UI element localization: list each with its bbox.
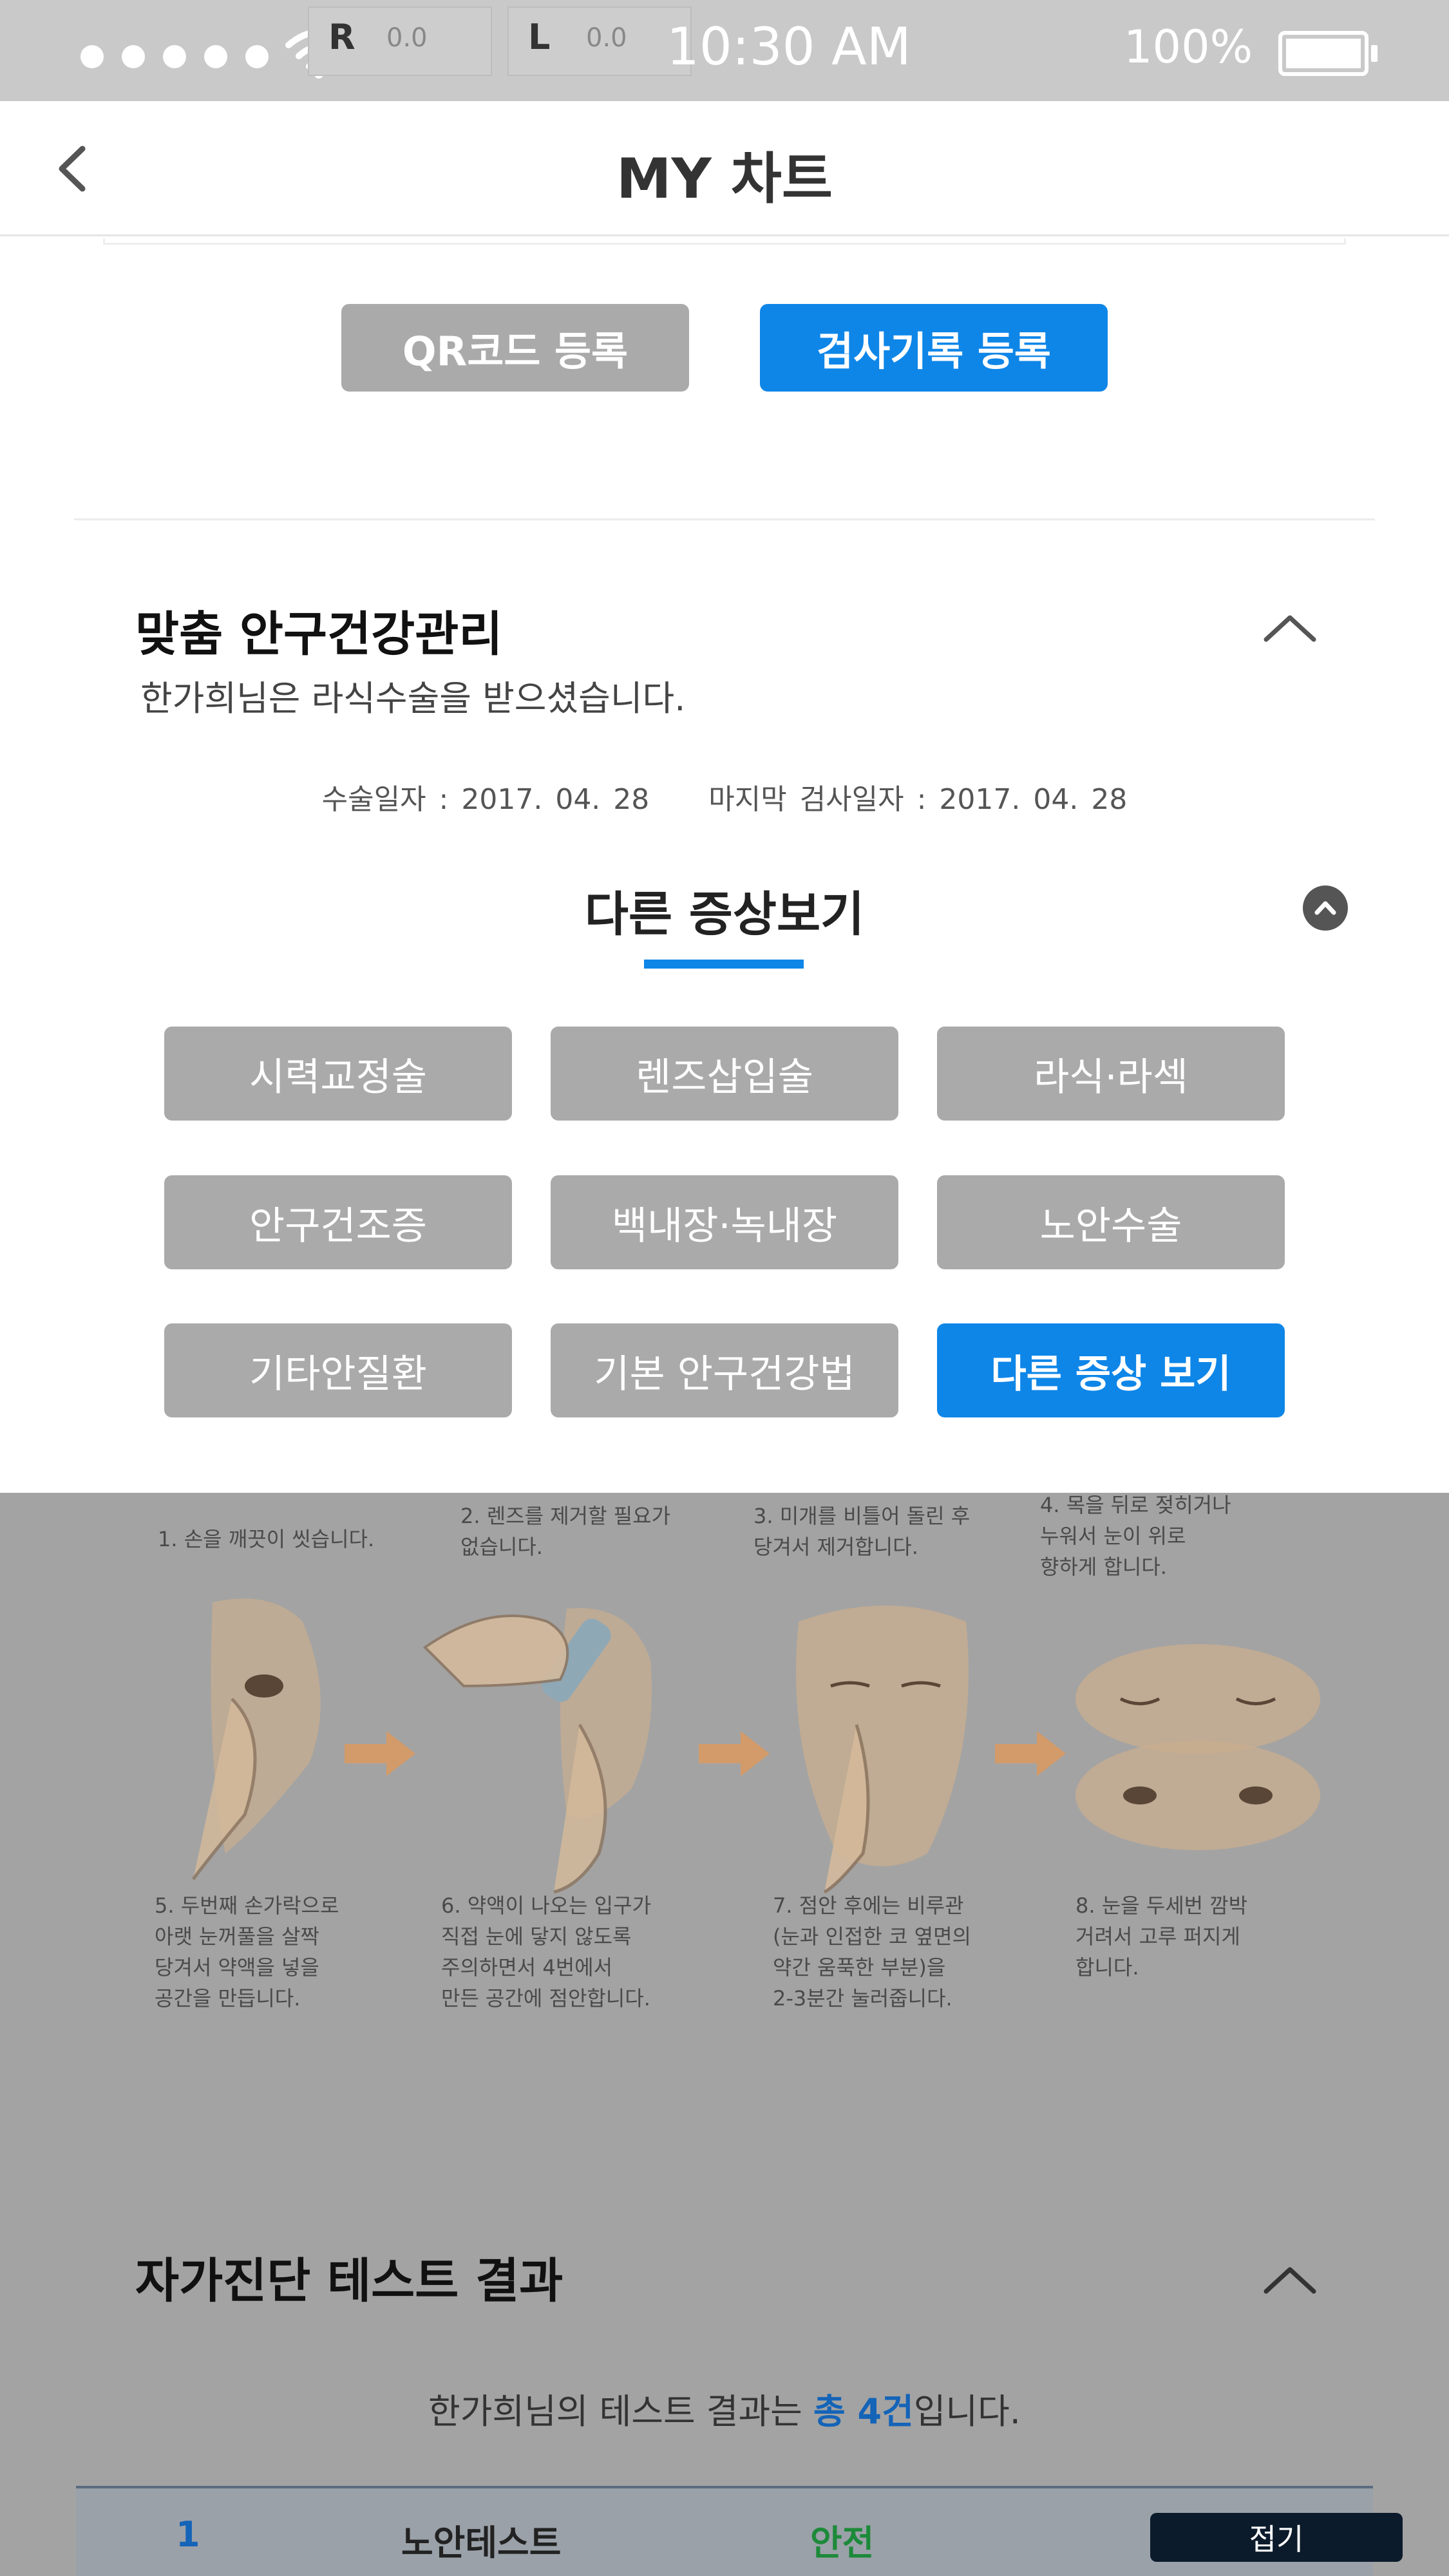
- right-eye-meter: R 0.0: [308, 6, 492, 76]
- meter-label: L: [528, 17, 551, 57]
- other-symptoms-title: 다른 증상보기: [584, 887, 865, 942]
- symptom-button[interactable]: 노안수술: [937, 1175, 1285, 1269]
- dates-line: 수술일자 : 2017. 04. 28 마지막 검사일자 : 2017. 04.…: [0, 776, 1449, 817]
- instruction-step: 8. 눈을 두세번 깜박 거려서 고루 퍼지게 합니다.: [1075, 1893, 1248, 1980]
- signal-dots-icon: [80, 45, 269, 68]
- instruction-step: 1. 손을 깨끗이 씻습니다.: [158, 1527, 375, 1551]
- symptom-button[interactable]: 시력교정술: [164, 1027, 512, 1121]
- summary-text: 입니다.: [913, 2391, 1021, 2432]
- symptom-button[interactable]: 기본 안구건강법: [551, 1323, 898, 1417]
- status-badge: 안전: [810, 2523, 875, 2563]
- self-test-summary: 한가희님의 테스트 결과는 총 4건입니다.: [0, 2383, 1449, 2434]
- battery-percent: 100%: [1124, 21, 1253, 73]
- meter-value: 0.0: [386, 23, 428, 53]
- card-edge: [103, 238, 1346, 245]
- row-index: 1: [176, 2514, 200, 2555]
- other-symptom-view-button[interactable]: 다른 증상 보기: [937, 1323, 1285, 1417]
- left-eye-meter: L 0.0: [507, 6, 692, 76]
- status-time: 10:30 AM: [667, 17, 911, 77]
- record-register-button[interactable]: 검사기록 등록: [760, 304, 1108, 392]
- instruction-step: 3. 미개를 비틀어 돌린 후 당겨서 제거합니다.: [753, 1504, 971, 1559]
- status-bar: R 0.0 L 0.0 10:30 AM 100%: [0, 0, 1449, 101]
- summary-count: 총 4건: [813, 2391, 914, 2432]
- self-test-title: 자가진단 테스트 결과: [135, 2253, 564, 2309]
- table-row[interactable]: 1 노안테스트 안전 접기: [76, 2486, 1403, 2576]
- page-title: MY 차트: [616, 147, 833, 211]
- instruction-step: 2. 렌즈를 제거할 필요가 없습니다.: [460, 1504, 671, 1559]
- collapse-button[interactable]: 접기: [1150, 2513, 1403, 2562]
- instruction-step: 4. 목을 뒤로 젖히거나 누워서 눈이 위로 향하게 합니다.: [1040, 1493, 1231, 1579]
- divider: [74, 518, 1375, 520]
- summary-text: 한가희님의 테스트 결과는: [428, 2391, 814, 2432]
- app-header: MY 차트: [0, 101, 1449, 236]
- chevron-up-icon[interactable]: [1261, 2260, 1319, 2299]
- surgery-date: 수술일자 : 2017. 04. 28: [321, 783, 650, 816]
- symptom-button[interactable]: 안구건조증: [164, 1175, 512, 1269]
- symptom-button[interactable]: 라식·라섹: [937, 1027, 1285, 1121]
- eye-care-description: 한가희님은 라식수술을 받으셨습니다.: [140, 678, 686, 719]
- instruction-step: 6. 약액이 나오는 입구가 직접 눈에 닿지 않도록 주의하면서 4번에서 만…: [441, 1893, 652, 2011]
- instruction-step: 7. 점안 후에는 비루관 (눈과 인접한 코 옆면의 약간 움푹한 부분)을 …: [773, 1893, 971, 2011]
- last-exam-date: 마지막 검사일자 : 2017. 04. 28: [708, 783, 1128, 816]
- test-name: 노안테스트: [401, 2523, 562, 2563]
- collapse-circle-icon[interactable]: [1303, 886, 1348, 931]
- instruction-step: 5. 두번째 손가락으로 아랫 눈꺼풀을 살짝 당겨서 약액을 넣을 공간을 만…: [155, 1893, 339, 2011]
- battery-icon: [1278, 31, 1378, 76]
- meter-value: 0.0: [586, 23, 627, 53]
- qr-register-button[interactable]: QR코드 등록: [341, 304, 689, 392]
- symptom-button[interactable]: 백내장·녹내장: [551, 1175, 898, 1269]
- symptom-button[interactable]: 기타안질환: [164, 1323, 512, 1417]
- eye-care-title: 맞춤 안구건강관리: [135, 607, 503, 662]
- title-underline: [644, 960, 804, 969]
- meter-label: R: [328, 17, 355, 57]
- chevron-up-icon[interactable]: [1261, 609, 1319, 647]
- symptom-button[interactable]: 렌즈삽입술: [551, 1027, 898, 1121]
